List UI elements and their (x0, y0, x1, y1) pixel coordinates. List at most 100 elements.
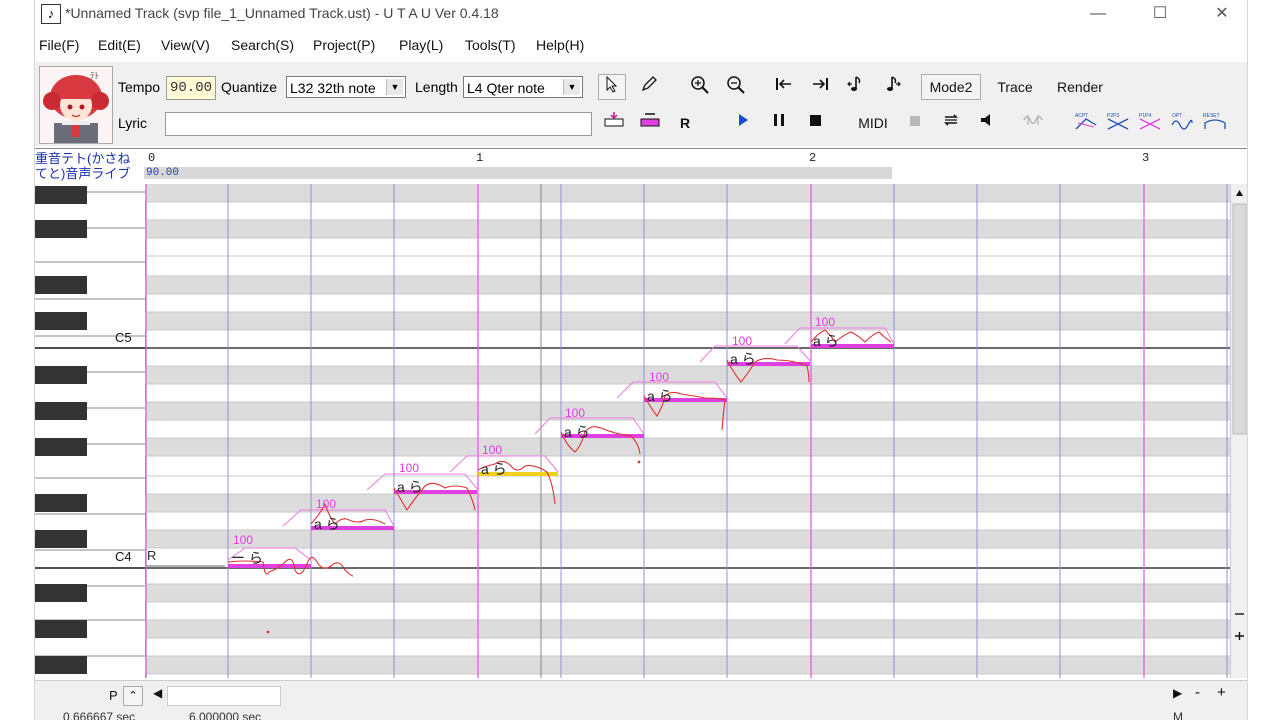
length-label: Length (415, 79, 458, 95)
vertical-scrollbar[interactable] (1230, 184, 1247, 678)
timeline-ruler[interactable]: 重音テト(かさねてと)音声ライブ 90.00 0 1 2 3 (35, 148, 1247, 185)
scroll-thumb[interactable] (167, 686, 281, 706)
note-lyric[interactable]: a ら (397, 477, 423, 497)
render-button[interactable]: Render (1050, 74, 1110, 100)
menu-file[interactable]: File(F) (39, 37, 79, 53)
scroll-right-icon[interactable]: ▶ (1173, 686, 1182, 700)
volume-button[interactable] (973, 110, 1001, 136)
status-total-time: 6.000000 sec (189, 710, 262, 720)
menu-help[interactable]: Help(H) (536, 37, 584, 53)
menu-project[interactable]: Project(P) (313, 37, 375, 53)
rest-note-label[interactable]: R (147, 548, 156, 563)
note-lyric[interactable]: a ら (813, 331, 839, 351)
insert-note-button[interactable] (598, 110, 628, 136)
tempo-input[interactable]: 90.00 (166, 76, 216, 100)
note-velocity: 100 (316, 497, 337, 511)
key-label-c4: C4 (115, 549, 132, 564)
pencil-icon (641, 76, 657, 92)
rest-button[interactable]: R (670, 110, 700, 136)
go-end-button[interactable] (805, 74, 833, 100)
status-bar: 0.666667 sec 6.000000 sec M (35, 708, 1247, 720)
scroll-left-icon[interactable]: ◀ (153, 686, 162, 700)
vibrato-button[interactable] (1017, 110, 1049, 136)
reset-icon: RESET (1203, 113, 1226, 129)
note-lyric[interactable]: a ら (314, 514, 340, 534)
vibrato-icon (1023, 115, 1043, 125)
note-lyric[interactable]: a ら (730, 349, 756, 369)
note-lyric[interactable]: a ら (481, 459, 507, 479)
pause-button[interactable] (765, 110, 793, 136)
note-velocity: 100 (649, 370, 670, 384)
note-velocity: 100 (233, 533, 254, 547)
play-button[interactable] (729, 110, 757, 136)
menu-play[interactable]: Play(L) (399, 37, 443, 53)
pencil-tool-button[interactable] (635, 74, 663, 100)
scroll-up-icon (1236, 190, 1243, 196)
delete-icon (640, 113, 660, 127)
note-velocity: 100 (482, 443, 503, 457)
next-note-button[interactable] (877, 74, 905, 100)
loop-button[interactable] (937, 110, 965, 136)
svg-text:ACPT: ACPT (1075, 113, 1088, 119)
utau-window: ♪ *Unnamed Track (svp file_1_Unnamed Tra… (34, 0, 1248, 720)
speaker-icon (981, 114, 990, 126)
note-prev-icon (847, 76, 861, 91)
quantize-select[interactable]: L32 32th note ▼ (286, 76, 406, 98)
piano-roll[interactable]: R ー ら a ら a ら a ら a ら a ら a ら a ら 100 10… (145, 184, 1230, 678)
piano-roll-grid[interactable] (145, 184, 1230, 678)
measure-label-0: 0 (148, 151, 156, 165)
tempo-label: Tempo (118, 79, 161, 95)
p-label[interactable]: P (109, 688, 118, 703)
lyric-input[interactable] (165, 112, 592, 136)
note-lyric[interactable]: a ら (647, 386, 673, 406)
prev-note-button[interactable] (841, 74, 869, 100)
maximize-button[interactable]: ☐ (1137, 0, 1183, 30)
portamento-icon: P2P3 (1107, 113, 1129, 130)
piano-keyboard[interactable]: C5 C4 (35, 184, 146, 678)
menu-edit[interactable]: Edit(E) (98, 37, 141, 53)
menu-tools[interactable]: Tools(T) (465, 37, 516, 53)
minimize-button[interactable]: — (1075, 0, 1121, 30)
toolbar: ﾃﾄ Tempo 90.00 Quantize L32 32th note ▼ … (35, 62, 1247, 146)
horizontal-scroll-bar[interactable]: P ⌃ ◀ ▶ - + (35, 680, 1247, 709)
midi-button[interactable]: MIDI (851, 110, 895, 136)
note-velocity: 100 (732, 334, 753, 348)
zoom-in-button[interactable] (685, 74, 713, 100)
portamento-plugin-button[interactable]: P2P3 (1101, 110, 1129, 136)
skip-forward-icon (813, 78, 828, 90)
length-select[interactable]: L4 Qter note ▼ (463, 76, 583, 98)
menu-bar: File(F) Edit(E) View(V) Search(S) Projec… (35, 32, 1247, 58)
stop-button[interactable] (801, 110, 829, 136)
delete-note-button[interactable] (634, 110, 664, 136)
svg-text:OPT: OPT (1172, 113, 1182, 119)
singer-avatar[interactable]: ﾃﾄ (39, 66, 113, 144)
tempo-track[interactable]: 90.00 (144, 167, 892, 179)
singer-name[interactable]: 重音テト(かさねてと)音声ライブ (35, 151, 143, 181)
svg-text:RESET: RESET (1203, 113, 1220, 119)
record-button[interactable] (901, 110, 929, 136)
mode2-button[interactable]: Mode2 (921, 74, 981, 100)
accent-plugin-button[interactable]: ACPT (1069, 110, 1097, 136)
note-lyric[interactable]: ー ら (231, 548, 263, 568)
note-lyric[interactable]: a ら (564, 422, 590, 442)
menu-search[interactable]: Search(S) (231, 37, 294, 53)
zoom-out-h-button[interactable]: - (1195, 684, 1200, 701)
menu-view[interactable]: View(V) (161, 37, 210, 53)
p1p4-plugin-button[interactable]: P1P4 (1133, 110, 1161, 136)
reset-plugin-button[interactable]: RESET (1197, 110, 1227, 136)
vertical-scrollbar-graphic (1232, 190, 1247, 640)
status-mode: M (1173, 710, 1183, 720)
go-start-button[interactable] (769, 74, 797, 100)
caret-icon: ⌃ (128, 690, 138, 702)
window-title: *Unnamed Track (svp file_1_Unnamed Track… (65, 5, 499, 21)
close-button[interactable]: ✕ (1199, 0, 1245, 30)
chevron-down-icon: ▼ (386, 79, 403, 95)
pitch-plugin-button[interactable]: OPT (1165, 110, 1193, 136)
rest-button-label: R (679, 115, 691, 131)
pitch-toggle-button[interactable]: ⌃ (123, 686, 143, 706)
avatar-caption: ﾃﾄ (90, 71, 100, 81)
pointer-tool-button[interactable] (598, 74, 626, 100)
trace-button[interactable]: Trace (987, 74, 1043, 100)
zoom-in-h-button[interactable]: + (1217, 684, 1226, 701)
zoom-out-button[interactable] (721, 74, 749, 100)
